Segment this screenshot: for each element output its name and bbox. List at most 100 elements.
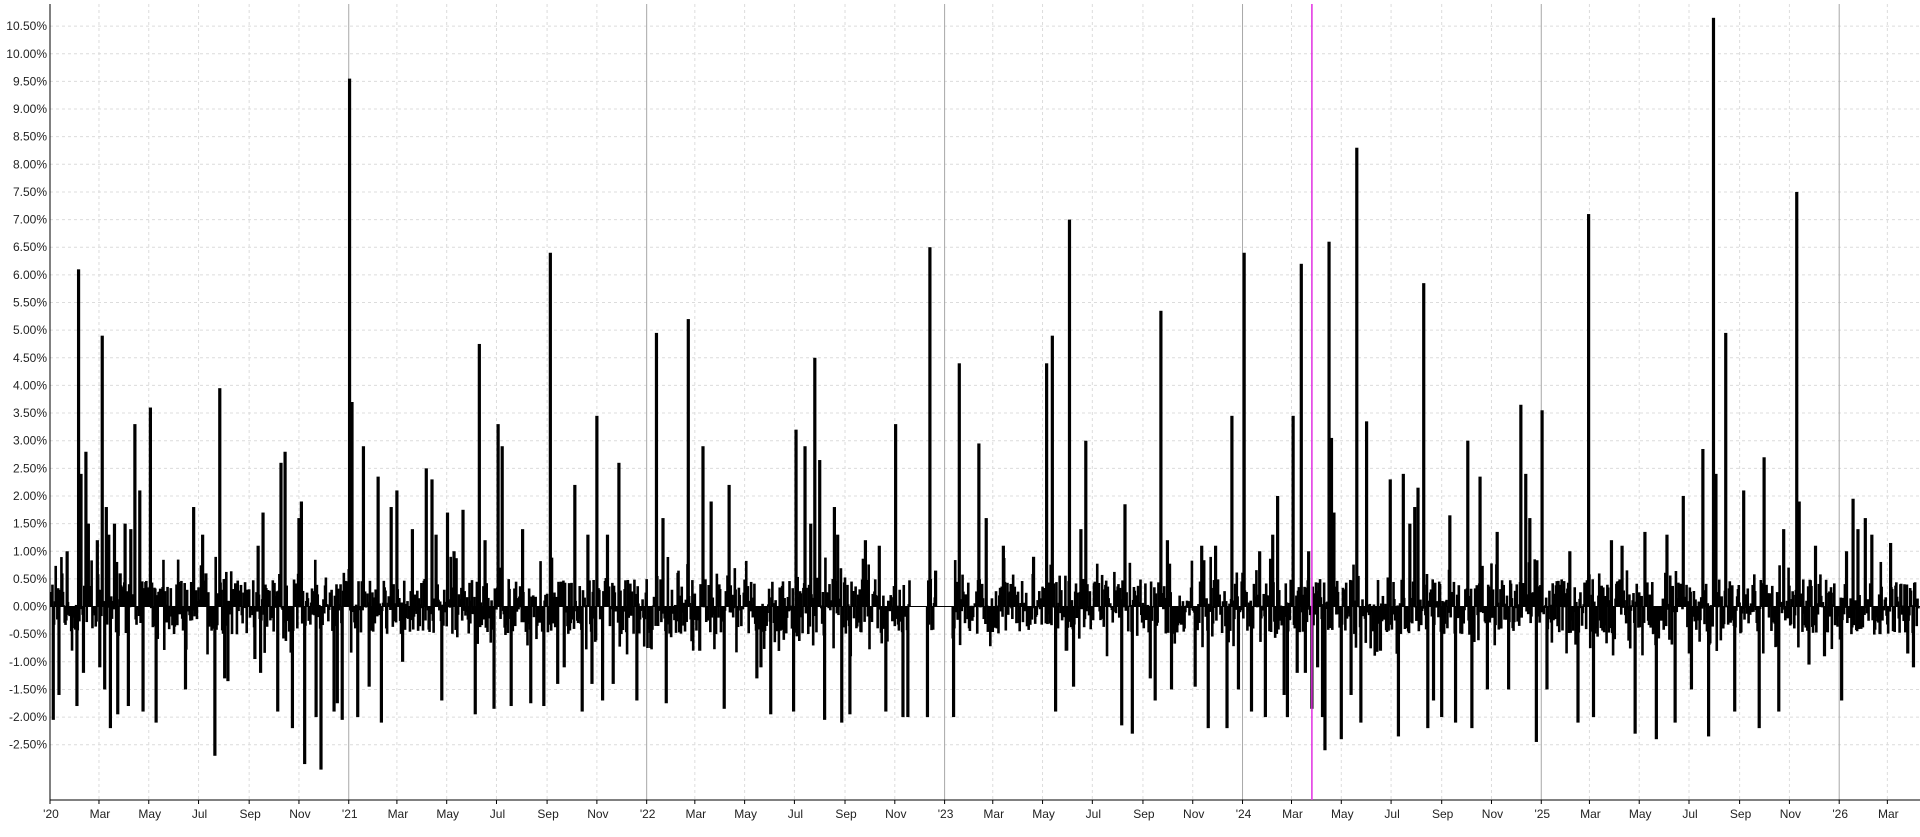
return-bar: [1880, 586, 1883, 607]
return-bar: [1442, 602, 1445, 607]
y-tick-label: -1.00%: [9, 655, 47, 669]
return-bar: [736, 606, 740, 628]
return-bar: [1015, 606, 1018, 624]
return-bar-spike: [1263, 606, 1267, 718]
return-bar-spike: [1001, 545, 1005, 607]
return-bar-spike: [759, 606, 763, 668]
return-bar: [1393, 598, 1396, 607]
return-bar: [65, 606, 68, 621]
return-bar-spike: [654, 332, 659, 607]
return-bar-spike: [65, 551, 69, 607]
return-bar-spike: [1413, 507, 1417, 607]
return-bar-spike: [635, 606, 639, 701]
return-bar-spike: [1665, 534, 1669, 607]
return-bar-spike: [769, 606, 773, 715]
return-bar: [1670, 606, 1674, 645]
return-bar: [1650, 582, 1654, 607]
x-tick-label: Mar: [1282, 807, 1303, 821]
return-bar: [783, 598, 786, 607]
return-bar-spike: [1742, 490, 1746, 607]
return-bar-spike: [529, 606, 533, 704]
return-bar: [1830, 606, 1834, 650]
return-bar: [1211, 606, 1215, 624]
return-bar: [1597, 573, 1601, 607]
return-bar-spike: [884, 606, 888, 712]
return-bar: [780, 606, 783, 630]
return-bar-spike: [928, 247, 932, 607]
return-bar-spike: [1591, 606, 1596, 718]
return-bar: [1449, 606, 1452, 618]
return-bar: [1064, 575, 1067, 607]
return-bar: [815, 606, 818, 633]
return-bar-spike: [1870, 534, 1874, 607]
return-bar-spike: [548, 252, 552, 607]
return-bar: [771, 603, 775, 607]
return-bar: [1628, 594, 1631, 607]
return-bar: [1632, 593, 1635, 607]
x-tick-label: Sep: [239, 807, 261, 821]
return-bar-spike: [424, 468, 428, 607]
return-bar: [1469, 588, 1473, 607]
return-bar: [845, 606, 848, 621]
return-bar: [237, 606, 240, 612]
return-bar: [738, 594, 742, 607]
y-tick-label: 8.00%: [13, 157, 47, 171]
return-bar: [1899, 583, 1903, 607]
return-bar-spike: [1291, 415, 1295, 607]
return-bar-spike: [1123, 504, 1127, 607]
return-bar-spike: [1478, 476, 1482, 607]
return-bar-spike: [823, 606, 827, 720]
return-bar: [1097, 582, 1101, 607]
return-bar: [1893, 606, 1896, 633]
y-tick-label: 3.50%: [13, 406, 47, 420]
return-bar: [438, 601, 442, 607]
return-bar-spike: [1797, 501, 1801, 607]
return-bar: [971, 606, 975, 618]
return-bar-spike: [461, 509, 465, 607]
return-bar: [963, 606, 967, 624]
return-bar: [1210, 587, 1213, 607]
return-bar: [357, 581, 360, 607]
return-bar-spike: [1165, 540, 1170, 607]
return-bar: [195, 606, 199, 620]
x-tick-label: Mar: [1878, 807, 1899, 821]
return-bar: [1593, 601, 1596, 607]
return-bar: [167, 606, 171, 630]
return-bar: [882, 595, 885, 607]
return-bar: [570, 582, 573, 607]
return-bar: [1810, 585, 1813, 607]
return-bar: [908, 580, 911, 607]
return-bar: [1581, 606, 1585, 614]
return-bar: [1177, 606, 1181, 624]
return-bar: [1613, 606, 1617, 640]
return-bar: [534, 596, 537, 607]
return-bar-spike: [1448, 515, 1452, 607]
return-bar-spike: [951, 606, 956, 718]
y-tick-label: -1.50%: [9, 682, 47, 696]
return-bar: [1697, 601, 1701, 607]
return-bar: [1445, 599, 1448, 607]
return-bar-spike: [183, 606, 188, 690]
return-bar: [1178, 595, 1181, 607]
y-tick-label: 7.00%: [13, 213, 47, 227]
x-tick-label: Sep: [1432, 807, 1454, 821]
return-bar-spike: [1230, 415, 1234, 607]
x-tick-label: Mar: [388, 807, 409, 821]
return-bar-spike: [314, 606, 318, 718]
return-bar: [185, 589, 189, 607]
return-bar: [622, 606, 626, 612]
return-bar: [584, 606, 588, 650]
return-bar-spike: [521, 529, 525, 607]
return-bar-spike: [562, 606, 566, 668]
return-bar: [964, 594, 968, 607]
return-bar: [1354, 606, 1358, 648]
y-tick-label: 5.50%: [13, 296, 47, 310]
y-tick-label: 0.00%: [13, 600, 47, 614]
return-bar-spike: [1856, 529, 1860, 607]
return-bar: [1285, 602, 1288, 607]
return-bar-spike: [496, 424, 500, 607]
return-bar: [1443, 606, 1447, 624]
return-bar-spike: [1524, 473, 1528, 607]
return-bar-spike: [586, 534, 590, 607]
return-bar-spike: [600, 606, 605, 701]
